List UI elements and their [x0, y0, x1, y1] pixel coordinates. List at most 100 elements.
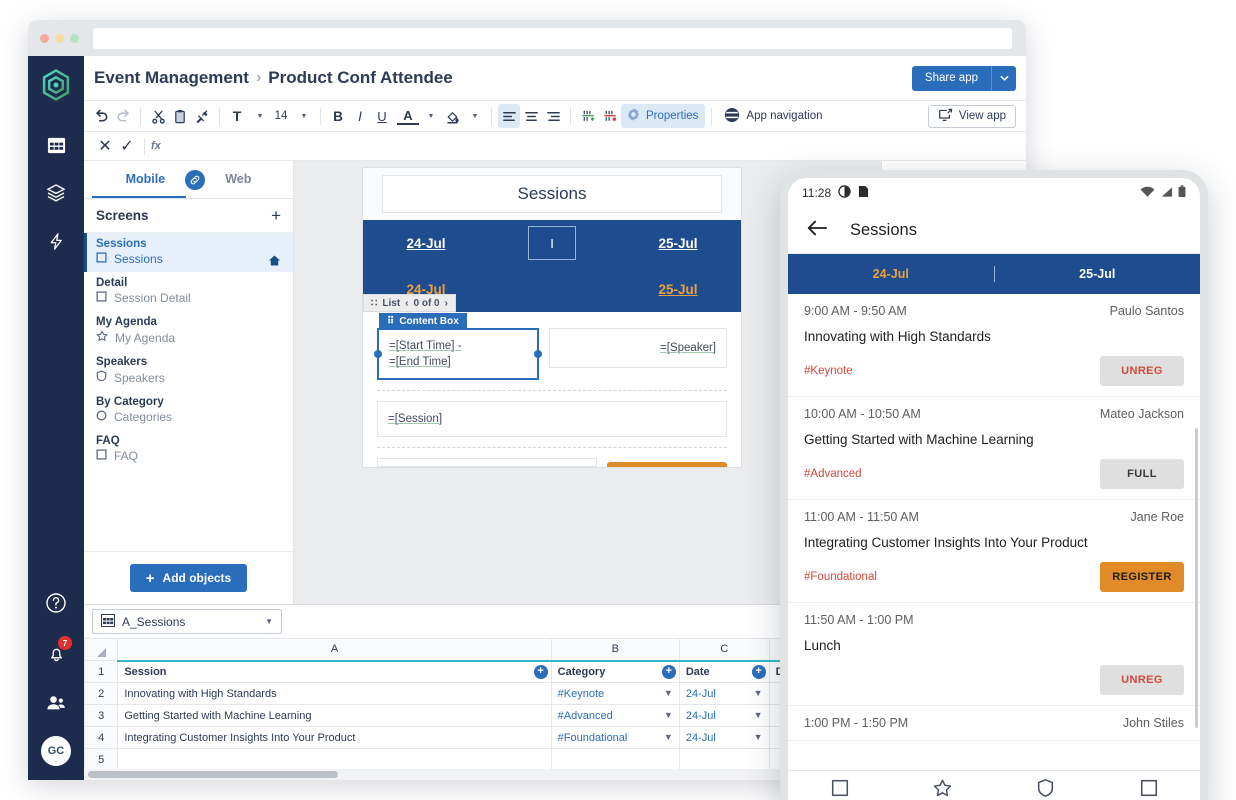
table-selector[interactable]: A_Sessions ▼ — [92, 609, 282, 634]
start-time-formula[interactable]: =[Start Time] - — [389, 338, 527, 354]
chevron-down-icon[interactable]: ▼ — [664, 710, 673, 720]
cell-category[interactable] — [551, 749, 679, 770]
phone-tab-24jul[interactable]: 24-Jul — [788, 267, 994, 281]
list-item[interactable]: 11:00 AM - 11:50 AM Jane Roe Integrating… — [788, 500, 1200, 603]
sidebar-item-sessions[interactable]: Sessions Sessions — [84, 233, 293, 272]
tab-mobile[interactable]: Mobile — [126, 172, 166, 188]
screen-item[interactable]: Speakers — [96, 370, 281, 385]
content-box-selected[interactable]: ⠿ Content Box =[Start Time] - =[End Time… — [377, 328, 539, 380]
header-cell-date[interactable]: Date + — [679, 661, 769, 683]
format-painter-icon[interactable] — [191, 104, 213, 128]
fill-color-caret-icon[interactable]: ▼ — [463, 104, 485, 128]
cell-category[interactable]: #Keynote▼ — [551, 683, 679, 705]
share-app-button[interactable]: Share app — [912, 66, 991, 91]
design-tab-24jul-top[interactable]: 24-Jul — [363, 236, 489, 251]
cell-session[interactable]: Innovating with High Standards — [118, 683, 551, 705]
back-arrow-icon[interactable] — [806, 219, 828, 242]
row-number[interactable]: 4 — [85, 727, 118, 749]
screen-item[interactable]: Categories — [96, 410, 281, 424]
list-item[interactable]: 11:50 AM - 1:00 PM Lunch UNREG — [788, 603, 1200, 706]
unregister-button[interactable]: UNREG — [1100, 665, 1184, 695]
sidebar-item-by-category[interactable]: By Category Categories — [84, 391, 293, 430]
design-tab-25jul-top[interactable]: 25-Jul — [615, 236, 741, 251]
share-app-dropdown-caret-icon[interactable] — [991, 66, 1016, 91]
row-number[interactable]: 2 — [85, 683, 118, 705]
chevron-down-icon[interactable]: ▼ — [664, 732, 673, 742]
end-time-formula[interactable]: =[End Time] — [389, 354, 527, 370]
list-component-bar[interactable]: ∷ List ‹ 0 of 0 › — [363, 294, 456, 312]
cell-category[interactable]: #Advanced▼ — [551, 705, 679, 727]
undo-icon[interactable] — [90, 104, 112, 128]
screen-item[interactable]: Sessions — [96, 252, 281, 266]
select-all-corner[interactable] — [85, 639, 118, 661]
bottom-nav-square2-icon[interactable] — [1097, 778, 1200, 798]
category-field-box[interactable] — [377, 458, 597, 467]
drag-handle-icon[interactable]: ⠿ — [387, 316, 394, 327]
align-left-icon[interactable] — [498, 104, 520, 128]
sidebar-item-detail[interactable]: Detail Session Detail — [84, 272, 293, 311]
add-column-icon[interactable]: + — [662, 665, 676, 679]
add-column-icon[interactable]: + — [534, 665, 548, 679]
sidebar-item-speakers[interactable]: Speakers Speakers — [84, 351, 293, 391]
cell-session[interactable]: Integrating Customer Insights Into Your … — [118, 727, 551, 749]
full-status-button[interactable]: FULL — [1100, 459, 1184, 489]
users-icon[interactable] — [39, 686, 73, 720]
redo-icon[interactable] — [112, 104, 134, 128]
column-header-a[interactable]: A — [118, 639, 551, 661]
automation-bolt-icon[interactable] — [39, 224, 73, 258]
bold-button[interactable]: B — [327, 104, 349, 128]
row-number[interactable]: 1 — [85, 661, 118, 683]
link-sync-icon[interactable] — [185, 170, 205, 190]
resize-handle-left[interactable] — [374, 350, 382, 358]
text-color-icon[interactable]: A — [397, 108, 419, 125]
cell-date[interactable] — [679, 749, 769, 770]
maximize-window-button[interactable] — [70, 34, 79, 43]
font-family-button[interactable]: T — [226, 104, 248, 128]
align-center-icon[interactable] — [520, 104, 542, 128]
data-grid-icon[interactable] — [39, 128, 73, 162]
register-button-preview[interactable] — [607, 462, 727, 467]
list-item[interactable]: 9:00 AM - 9:50 AM Paulo Santos Innovatin… — [788, 294, 1200, 397]
chevron-down-icon[interactable]: ▼ — [754, 710, 763, 720]
font-size-value[interactable]: 14 — [270, 104, 292, 128]
header-cell-category[interactable]: Category + — [551, 661, 679, 683]
bottom-nav-square-icon[interactable] — [788, 778, 891, 798]
layers-icon[interactable] — [39, 176, 73, 210]
home-screen-icon[interactable] — [268, 254, 281, 272]
cell-date[interactable]: 24-Jul▼ — [679, 705, 769, 727]
bottom-nav-shield-icon[interactable] — [994, 778, 1097, 798]
phone-tab-25jul[interactable]: 25-Jul — [995, 267, 1201, 281]
address-bar[interactable] — [93, 28, 1012, 49]
chevron-down-icon[interactable]: ▼ — [754, 732, 763, 742]
phone-scrollbar[interactable] — [1195, 428, 1198, 728]
user-avatar[interactable]: GC — [41, 736, 71, 766]
column-header-c[interactable]: C — [679, 639, 769, 661]
font-family-caret-icon[interactable]: ▼ — [248, 104, 270, 128]
breadcrumb-app-name[interactable]: Event Management — [94, 68, 249, 88]
sidebar-item-faq[interactable]: FAQ FAQ — [84, 430, 293, 469]
row-number[interactable]: 5 — [85, 749, 118, 770]
cell-date[interactable]: 24-Jul▼ — [679, 727, 769, 749]
unregister-button[interactable]: UNREG — [1100, 356, 1184, 386]
cut-icon[interactable] — [147, 104, 169, 128]
session-field-box[interactable]: =[Session] — [377, 401, 727, 437]
italic-button[interactable]: I — [349, 104, 371, 128]
list-prev-icon[interactable]: ‹ — [405, 298, 408, 309]
chevron-down-icon[interactable]: ▼ — [754, 688, 763, 698]
text-color-caret-icon[interactable]: ▼ — [419, 104, 441, 128]
resize-handle-right[interactable] — [534, 350, 542, 358]
fill-color-icon[interactable] — [441, 104, 463, 128]
add-objects-button[interactable]: + Add objects — [130, 564, 247, 592]
list-item[interactable]: 10:00 AM - 10:50 AM Mateo Jackson Gettin… — [788, 397, 1200, 500]
header-cell-session[interactable]: Session + — [118, 661, 551, 683]
sidebar-item-my-agenda[interactable]: My Agenda My Agenda — [84, 311, 293, 351]
font-size-caret-icon[interactable]: ▼ — [292, 104, 314, 128]
screen-item[interactable]: My Agenda — [96, 330, 281, 345]
table-selector-caret-icon[interactable]: ▼ — [265, 617, 273, 626]
screen-item[interactable]: Session Detail — [96, 291, 281, 305]
cell-date[interactable]: 24-Jul▼ — [679, 683, 769, 705]
app-navigation-button[interactable]: App navigation — [718, 104, 828, 128]
help-icon[interactable] — [39, 586, 73, 620]
design-tab-25jul-bottom[interactable]: 25-Jul — [615, 282, 741, 297]
close-window-button[interactable] — [40, 34, 49, 43]
